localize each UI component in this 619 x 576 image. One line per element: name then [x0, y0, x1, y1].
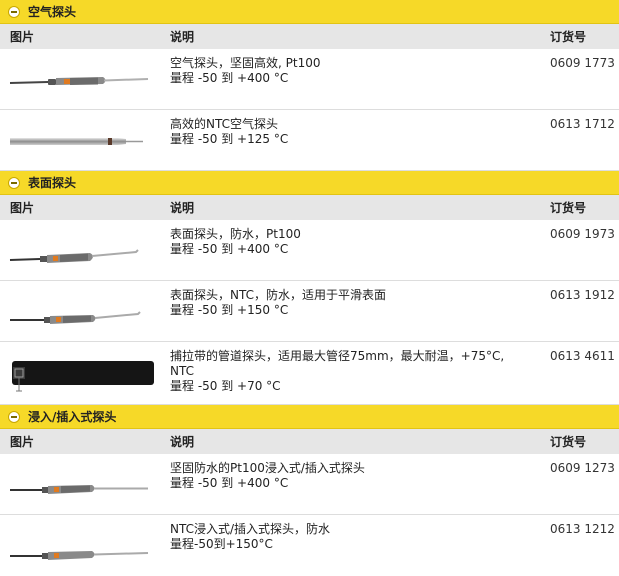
- order-number: 0609 1773: [550, 56, 615, 70]
- table-row: 高效的NTC空气探头 量程 -50 到 +125 °C 0613 1712: [0, 110, 619, 171]
- range-line: 量程 -50 到 +400 °C: [170, 242, 289, 256]
- column-header-image: 图片: [10, 201, 35, 215]
- table-row: NTC浸入式/插入式探头，防水 量程-50到+150°C 0613 1212: [0, 515, 619, 576]
- column-header-order-number: 订货号: [550, 201, 587, 215]
- range-line: 量程 -50 到 +400 °C: [170, 476, 289, 490]
- table-row: 空气探头，坚固高效, Pt100 量程 -50 到 +400 °C 0609 1…: [0, 49, 619, 110]
- pipe-strap-probe-image: [12, 361, 154, 392]
- table-row: 捕拉带的管道探头，适用最大管径75mm，最大耐温，+75°C, NTC 量程 -…: [0, 342, 619, 405]
- column-header-order-number: 订货号: [550, 435, 587, 449]
- range-line: 量程 -50 到 +70 °C: [170, 379, 281, 393]
- column-header-row: 图片 说明 订货号: [0, 195, 619, 220]
- immersion-probe-pt100-image: [10, 485, 148, 494]
- order-number: 0613 1912: [550, 288, 615, 302]
- section-air-probes: 空气探头 图片 说明 订货号 空气探头，坚固高效, Pt100 量程 -50 到…: [0, 0, 619, 171]
- table-row: 表面探头，防水，Pt100 量程 -50 到 +400 °C 0609 1973: [0, 220, 619, 281]
- description-line: 高效的NTC空气探头: [170, 117, 278, 131]
- range-line: 量程 -50 到 +125 °C: [170, 132, 289, 146]
- column-header-image: 图片: [10, 435, 35, 449]
- surface-probe-pt100-image: [9, 249, 139, 263]
- collapse-toggle-icon[interactable]: [8, 176, 20, 189]
- collapse-toggle-icon[interactable]: [8, 410, 20, 423]
- description-line: 表面探头，防水，Pt100: [170, 227, 301, 241]
- description-line: 空气探头，坚固高效, Pt100: [170, 56, 321, 70]
- section-header[interactable]: 浸入/插入式探头: [0, 405, 619, 429]
- description-line: NTC浸入式/插入式探头，防水: [170, 522, 331, 536]
- ntc-air-probe-image: [10, 138, 143, 145]
- section-title: 浸入/插入式探头: [28, 410, 117, 424]
- column-header-description: 说明: [170, 30, 195, 44]
- range-line: 量程 -50 到 +400 °C: [170, 71, 289, 85]
- description-line-continued: NTC: [170, 364, 194, 378]
- surface-probe-ntc-image: [10, 311, 141, 324]
- section-title: 表面探头: [28, 176, 77, 190]
- column-header-row: 图片 说明 订货号: [0, 429, 619, 454]
- order-number: 0613 1212: [550, 522, 615, 536]
- order-number: 0613 4611: [550, 349, 615, 363]
- collapse-toggle-icon[interactable]: [8, 5, 20, 18]
- section-surface-probes: 表面探头 图片 说明 订货号 表面探头，防水，Pt100 量程 -50 到 +4…: [0, 171, 619, 405]
- section-immersion-probes: 浸入/插入式探头 图片 说明 订货号 坚固防水的Pt100浸入式/插入式探头 量…: [0, 405, 619, 576]
- description-line: 表面探头，NTC，防水，适用于平滑表面: [170, 288, 386, 302]
- range-line: 量程-50到+150°C: [170, 537, 273, 551]
- table-row: 坚固防水的Pt100浸入式/插入式探头 量程 -50 到 +400 °C 060…: [0, 454, 619, 515]
- order-number: 0609 1973: [550, 227, 615, 241]
- air-probe-pt100-image: [9, 77, 149, 85]
- section-header[interactable]: 空气探头: [0, 0, 619, 24]
- section-header[interactable]: 表面探头: [0, 171, 619, 195]
- description-line: 捕拉带的管道探头，适用最大管径75mm，最大耐温，+75°C,: [170, 349, 505, 363]
- description-line: 坚固防水的Pt100浸入式/插入式探头: [170, 461, 365, 475]
- table-row: 表面探头，NTC，防水，适用于平滑表面 量程 -50 到 +150 °C 061…: [0, 281, 619, 342]
- column-header-row: 图片 说明 订货号: [0, 24, 619, 49]
- column-header-description: 说明: [170, 435, 195, 449]
- immersion-probe-ntc-image: [10, 550, 149, 560]
- order-number: 0613 1712: [550, 117, 615, 131]
- order-number: 0609 1273: [550, 461, 615, 475]
- column-header-order-number: 订货号: [550, 30, 587, 44]
- range-line: 量程 -50 到 +150 °C: [170, 303, 289, 317]
- section-title: 空气探头: [28, 5, 77, 19]
- column-header-description: 说明: [170, 201, 195, 215]
- column-header-image: 图片: [10, 30, 35, 44]
